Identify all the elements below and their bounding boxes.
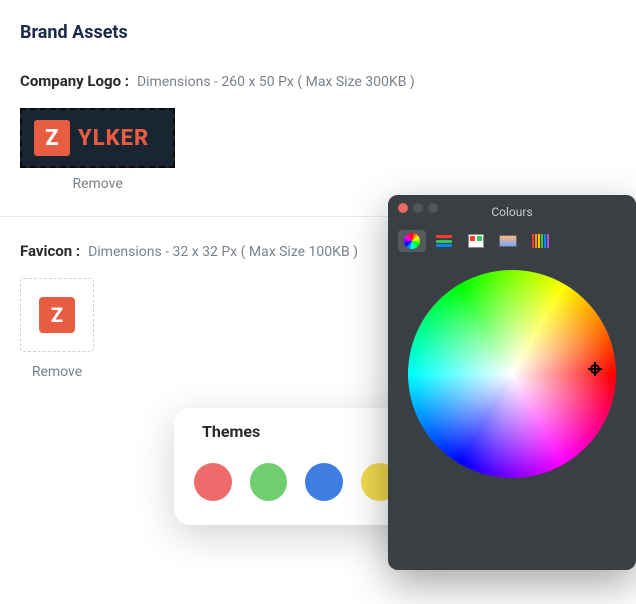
- theme-swatch[interactable]: [305, 463, 343, 501]
- brand-assets-title: Brand Assets: [20, 22, 616, 43]
- minimize-window-button[interactable]: [413, 203, 423, 213]
- close-window-button[interactable]: [398, 203, 408, 213]
- window-controls: [398, 203, 438, 213]
- color-image-tab[interactable]: [494, 230, 522, 252]
- color-picker-title: Colours: [491, 203, 532, 219]
- company-logo-upload[interactable]: Z YLKER: [20, 108, 175, 168]
- color-picker-header: Colours: [388, 195, 636, 222]
- color-cursor[interactable]: [588, 362, 602, 376]
- remove-favicon-button[interactable]: Remove: [20, 364, 94, 380]
- color-pencils-tab[interactable]: [526, 230, 554, 252]
- palette-icon: [468, 234, 484, 248]
- company-logo-hint: Dimensions - 260 x 50 Px ( Max Size 300K…: [137, 74, 415, 90]
- theme-swatch[interactable]: [250, 463, 288, 501]
- color-wheel-tab[interactable]: [398, 230, 426, 252]
- color-picker-tabs: [388, 222, 636, 262]
- favicon-hint: Dimensions - 32 x 32 Px ( Max Size 100KB…: [88, 244, 358, 260]
- sliders-icon: [436, 235, 452, 247]
- favicon-upload[interactable]: Z: [20, 278, 94, 352]
- pencils-icon: [532, 234, 549, 248]
- logo-text: YLKER: [78, 126, 149, 151]
- image-icon: [499, 235, 517, 247]
- favicon-label: Favicon :: [20, 242, 80, 260]
- theme-swatch[interactable]: [194, 463, 232, 501]
- color-wheel-icon: [404, 233, 420, 249]
- favicon-mark: Z: [39, 297, 75, 333]
- logo-mark: Z: [34, 120, 70, 156]
- color-wheel[interactable]: [408, 270, 616, 478]
- company-logo-row: Company Logo : Dimensions - 260 x 50 Px …: [20, 71, 616, 90]
- color-sliders-tab[interactable]: [430, 230, 458, 252]
- color-picker-window: Colours: [388, 195, 636, 570]
- color-palette-tab[interactable]: [462, 230, 490, 252]
- maximize-window-button[interactable]: [428, 203, 438, 213]
- company-logo-label: Company Logo :: [20, 72, 129, 90]
- remove-logo-button[interactable]: Remove: [20, 176, 175, 192]
